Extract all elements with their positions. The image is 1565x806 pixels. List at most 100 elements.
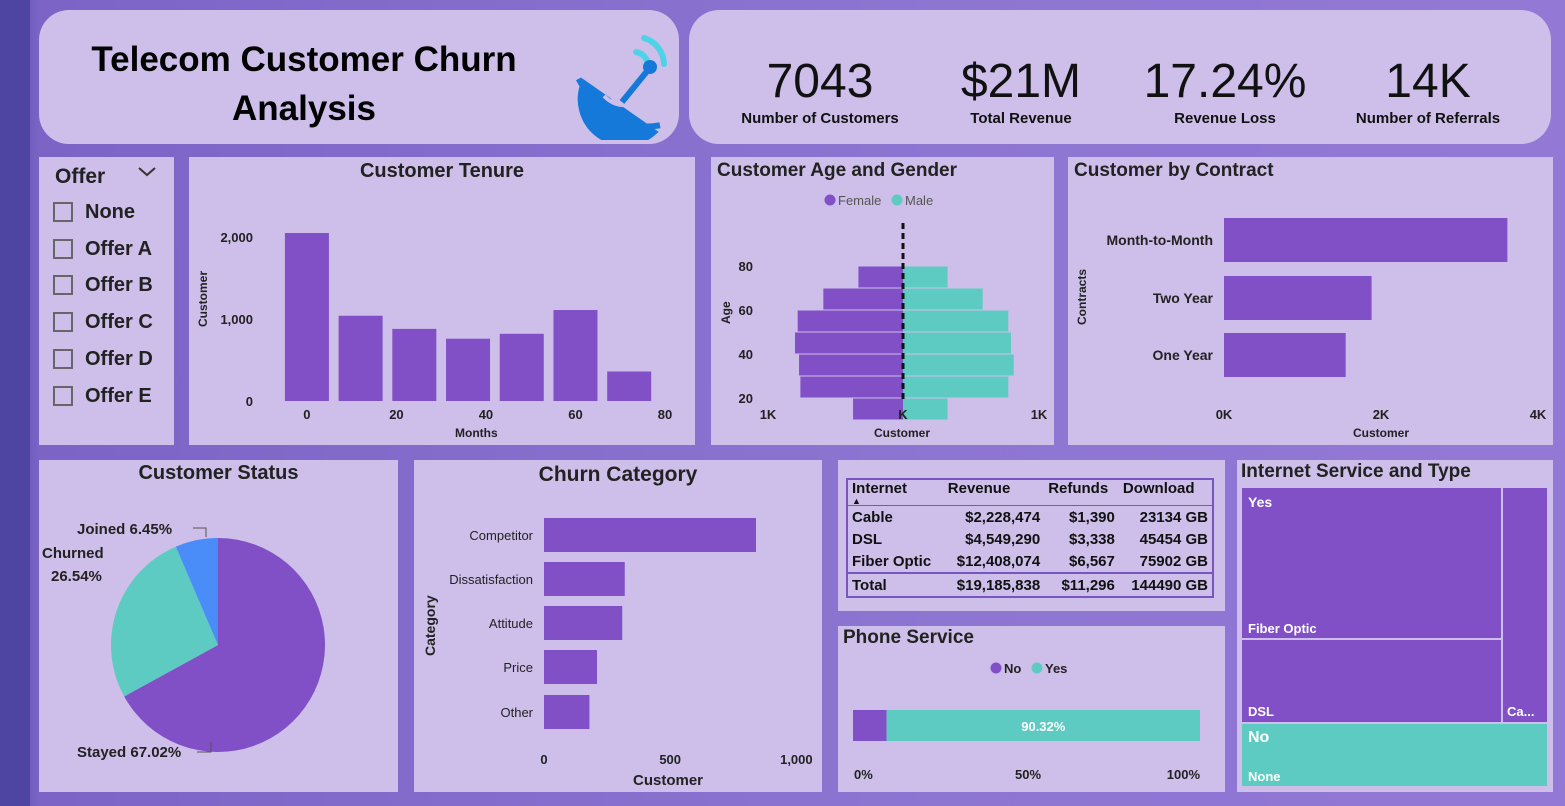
treemap-tile-cable[interactable] — [1503, 488, 1547, 722]
contract-chart-panel: Customer by Contract Month-to-Month Two Y… — [1068, 157, 1553, 445]
table-cell: $3,338 — [1068, 530, 1115, 548]
pie-label-stayed: Stayed 67.02% — [77, 744, 182, 761]
kpi-revenue: $21M Total Revenue — [926, 54, 1116, 127]
table-cell: 75902 GB — [1139, 552, 1208, 570]
legend-marker-male — [891, 194, 903, 206]
column-header-refunds[interactable]: Refunds — [1044, 480, 1119, 506]
slicer-option-offer-c[interactable]: Offer C — [53, 308, 153, 336]
tenure-bar — [553, 310, 598, 401]
kpi-label: Number of Customers — [741, 110, 899, 127]
chevron-down-icon[interactable] — [137, 163, 156, 179]
column-header-revenue[interactable]: Revenue — [944, 480, 1044, 506]
churn-category-bar — [544, 695, 590, 729]
kpi-label: Revenue Loss — [1174, 110, 1276, 127]
treemap-label-cable: Ca... — [1507, 704, 1535, 719]
table-cell: Fiber Optic — [852, 552, 932, 570]
slicer-option-offer-b[interactable]: Offer B — [53, 271, 153, 299]
table-cell: Cable — [852, 508, 893, 526]
table-cell: $1,390 — [1068, 508, 1115, 526]
table-row[interactable]: Cable $2,228,474 $1,390 23134 GB — [848, 505, 1212, 529]
male-bar — [903, 266, 948, 288]
y-axis-label: Category — [422, 595, 438, 656]
category-label: Competitor — [469, 528, 533, 543]
x-tick-label: 20 — [389, 407, 403, 422]
table-cell: $11,296 — [1061, 576, 1115, 594]
status-chart-panel: Customer Status Joined 6.45% Churned 26.… — [39, 460, 398, 792]
internet-revenue-table: Internet ▲ Revenue Refunds Download Cable… — [846, 478, 1214, 598]
x-tick-label: 4K — [1530, 407, 1547, 422]
table-cell: $2,228,474 — [965, 508, 1041, 526]
x-tick-label: 60 — [568, 407, 582, 422]
x-tick-label: 100% — [1167, 767, 1201, 782]
slicer-option-offer-e[interactable]: Offer E — [53, 382, 152, 410]
table-row[interactable]: Fiber Optic $12,408,074 $6,567 75902 GB — [848, 550, 1212, 573]
treemap-label-none: None — [1248, 769, 1281, 784]
table-cell: 23134 GB — [1139, 508, 1208, 526]
checkbox[interactable] — [53, 202, 73, 222]
table-header-row: Internet ▲ Revenue Refunds Download — [848, 480, 1212, 506]
phone-no-bar — [853, 710, 887, 741]
y-tick-label: 40 — [739, 347, 753, 362]
x-axis-label: Customer — [1353, 426, 1410, 440]
pie-label-joined: Joined 6.45% — [77, 521, 173, 538]
x-tick-label: 0K — [1216, 407, 1233, 422]
table-row[interactable]: DSL $4,549,290 $3,338 45454 GB — [848, 528, 1212, 550]
checkbox[interactable] — [53, 386, 73, 406]
table-cell: 144490 GB — [1131, 576, 1208, 594]
contract-bar — [1224, 333, 1346, 377]
column-header-download[interactable]: Download — [1119, 480, 1212, 506]
report-title-line-2: Analysis — [232, 89, 376, 128]
internet-revenue-table-panel: Internet ▲ Revenue Refunds Download Cable… — [838, 460, 1225, 611]
kpi-value: 17.24% — [1143, 55, 1307, 108]
male-bar — [903, 354, 1014, 376]
tenure-chart-panel: Customer Tenure 0 1,000 2,000 0 20 40 60 80 Cus… — [189, 157, 695, 445]
category-label: Other — [500, 705, 533, 720]
female-bar — [858, 266, 903, 288]
female-bar — [800, 376, 903, 398]
treemap-label-yes: Yes — [1248, 494, 1273, 510]
churn-category-chart: Competitor Dissatisfaction Attitude Price Ot… — [449, 518, 813, 767]
treemap-label-no: No — [1248, 729, 1270, 746]
slicer-option-none[interactable]: None — [53, 198, 135, 226]
kpi-customers: 7043 Number of Customers — [725, 54, 915, 127]
x-tick-label: 0 — [540, 752, 547, 767]
slicer-option-offer-a[interactable]: Offer A — [53, 235, 152, 263]
data-label: 90.32% — [1021, 719, 1066, 734]
x-axis-label: Customer — [633, 772, 704, 789]
treemap-label-dsl: DSL — [1248, 704, 1274, 719]
x-tick-label: 1,000 — [780, 752, 813, 767]
y-axis-label: Contracts — [1075, 268, 1089, 325]
report-title: Telecom Customer Churn Analysis — [49, 35, 559, 133]
treemap-tile-none[interactable] — [1242, 724, 1547, 786]
table-total-row: Total $19,185,838 $11,296 144490 GB — [848, 573, 1212, 596]
internet-treemap-panel: Internet Service and Type Yes Fiber Opti… — [1237, 460, 1553, 792]
tenure-bar — [392, 328, 437, 401]
churn-category-bar — [544, 562, 625, 596]
x-tick-label: 500 — [659, 752, 681, 767]
legend-marker-no — [990, 662, 1002, 674]
column-header-internet[interactable]: Internet ▲ — [848, 480, 944, 506]
age-gender-chart: 20 40 60 80 1K K 1K Female Male — [739, 193, 1048, 422]
checkbox[interactable] — [53, 312, 73, 332]
tenure-bar — [499, 333, 544, 401]
checkbox[interactable] — [53, 349, 73, 369]
slicer-option-label: Offer E — [85, 384, 152, 407]
kpi-referrals: 14K Number of Referrals — [1333, 54, 1523, 127]
slicer-option-offer-d[interactable]: Offer D — [53, 345, 153, 373]
legend-label-no: No — [1004, 661, 1021, 676]
tenure-chart: 0 1,000 2,000 0 20 40 60 80 — [220, 230, 672, 422]
legend-label-female: Female — [838, 193, 881, 208]
table-cell: Total — [852, 576, 887, 594]
checkbox[interactable] — [53, 275, 73, 295]
treemap-tile-dsl[interactable] — [1242, 640, 1501, 722]
x-axis-label: Months — [455, 426, 498, 440]
tenure-bar — [446, 338, 491, 401]
category-label: Month-to-Month — [1107, 232, 1214, 248]
male-bar — [903, 310, 1009, 332]
treemap-tile-fiber-optic[interactable] — [1242, 488, 1501, 638]
churn-category-bar — [544, 518, 756, 552]
x-tick-label: 40 — [479, 407, 493, 422]
kpi-label: Number of Referrals — [1355, 110, 1501, 127]
male-bar — [903, 332, 1011, 354]
checkbox[interactable] — [53, 239, 73, 259]
